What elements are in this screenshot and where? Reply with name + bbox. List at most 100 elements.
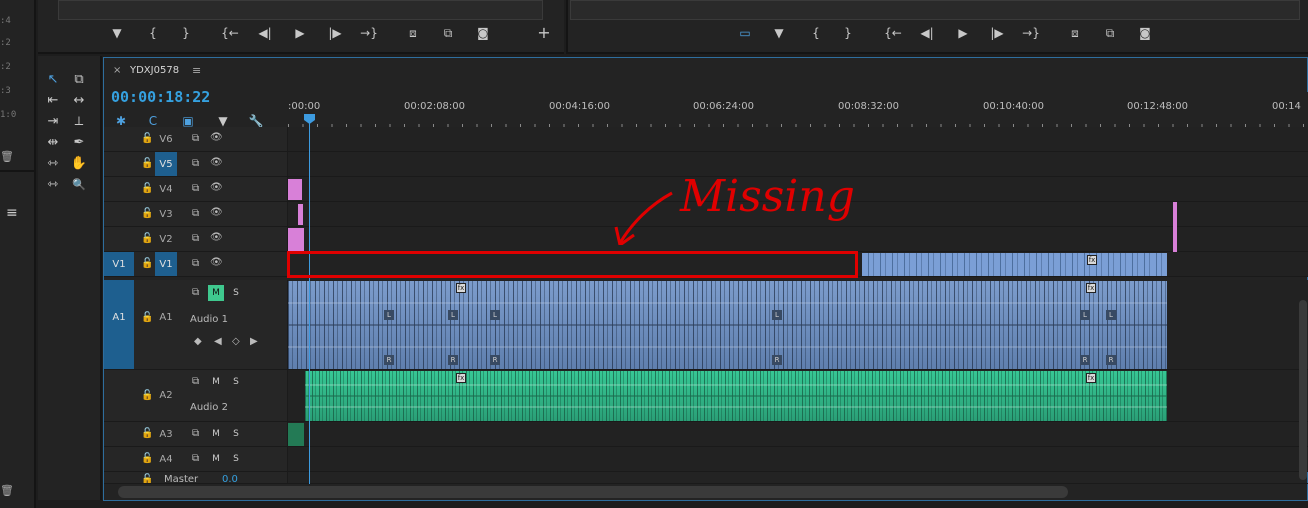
lock-icon[interactable]: 🔓 <box>141 453 153 464</box>
eye-icon[interactable]: 👁 <box>210 182 223 193</box>
track-lane[interactable] <box>288 447 1308 471</box>
mark-in-icon[interactable]: { <box>142 22 164 44</box>
close-tab-icon[interactable]: × <box>113 65 121 76</box>
playhead-line[interactable] <box>309 117 310 484</box>
prev-keyframe-icon[interactable]: ◀ <box>214 336 222 347</box>
camera-icon[interactable]: ◙ <box>472 22 494 44</box>
trash-icon[interactable]: 🗑 <box>0 150 14 163</box>
add-keyframe-icon[interactable]: ◇ <box>232 336 240 347</box>
play-icon[interactable]: ▶ <box>952 22 974 44</box>
track-target[interactable]: V5 <box>155 152 177 176</box>
panel-menu-icon[interactable]: ≡ <box>6 205 18 221</box>
track-select-tool-icon[interactable]: ⧉ <box>68 70 90 90</box>
graphic-clip[interactable] <box>288 228 304 251</box>
slip-tool-icon[interactable]: ⇹ <box>42 133 64 153</box>
tab-menu-icon[interactable]: ≡ <box>192 64 201 77</box>
eye-icon[interactable]: 👁 <box>210 157 223 168</box>
keyframe-icon[interactable]: ◆ <box>194 336 202 347</box>
marker-icon[interactable]: ▼ <box>768 22 790 44</box>
track-lane[interactable]: fx fx L L L L L L R R R R R R <box>288 280 1308 369</box>
track-target[interactable]: A2 <box>155 370 177 421</box>
sync-lock-icon[interactable]: ⧉ <box>192 428 199 439</box>
program-scrub-bar[interactable] <box>570 0 1300 20</box>
slide-tool-icon[interactable]: ⇿ <box>42 154 64 174</box>
go-to-out-icon[interactable]: →} <box>358 22 380 44</box>
lock-icon[interactable]: 🔓 <box>141 158 153 169</box>
add-button-icon[interactable]: + <box>533 22 555 44</box>
sync-lock-icon[interactable]: ⧉ <box>192 287 199 298</box>
eye-icon[interactable]: 👁 <box>210 257 223 268</box>
track-target[interactable]: A4 <box>155 447 177 471</box>
timecode-display[interactable]: 00:00:18:22 <box>111 88 210 106</box>
rate-stretch-tool-icon[interactable]: ⇥ <box>42 112 64 132</box>
go-to-out-icon[interactable]: →} <box>1020 22 1042 44</box>
video-clip[interactable]: fx <box>862 253 1167 276</box>
ripple-edit-tool-icon[interactable]: ⇤ <box>42 91 64 111</box>
lock-icon[interactable]: 🔓 <box>141 312 153 323</box>
solo-button[interactable]: S <box>228 451 244 467</box>
play-icon[interactable]: ▶ <box>289 22 311 44</box>
source-patch[interactable]: A1 <box>104 280 134 369</box>
track-target[interactable]: V3 <box>155 202 177 226</box>
hand-tool-icon[interactable]: ✋ <box>68 154 90 174</box>
solo-button[interactable]: S <box>228 426 244 442</box>
step-forward-icon[interactable]: |▶ <box>324 22 346 44</box>
mark-out-icon[interactable]: } <box>837 22 859 44</box>
lock-icon[interactable]: 🔓 <box>141 390 153 401</box>
solo-button[interactable]: S <box>228 285 244 301</box>
sync-lock-icon[interactable]: ⧉ <box>192 258 199 269</box>
horizontal-scrollbar[interactable] <box>118 486 1068 498</box>
zoom-tool-icon[interactable]: 🔍 <box>68 175 90 195</box>
marker-icon[interactable]: ▼ <box>106 22 128 44</box>
track-lane[interactable]: fx fx <box>288 370 1308 421</box>
mute-button[interactable]: M <box>208 451 224 467</box>
master-volume[interactable]: 0.0 <box>222 474 238 483</box>
insert-icon[interactable]: ⧈ <box>402 22 424 44</box>
audio-clip[interactable]: fx fx L L L L L L R R R R R R <box>288 281 1167 369</box>
camera-icon[interactable]: ◙ <box>1134 22 1156 44</box>
track-lane[interactable] <box>288 127 1308 151</box>
lock-icon[interactable]: 🔓 <box>141 258 153 269</box>
lock-icon[interactable]: 🔓 <box>141 428 153 439</box>
sequence-tab[interactable]: YDXJ0578 <box>130 65 179 76</box>
lock-icon[interactable]: 🔓 <box>141 233 153 244</box>
step-back-icon[interactable]: ◀| <box>916 22 938 44</box>
lift-icon[interactable]: ⧈ <box>1064 22 1086 44</box>
audio-clip[interactable] <box>288 423 304 446</box>
eye-icon[interactable]: 👁 <box>210 132 223 143</box>
sync-lock-icon[interactable]: ⧉ <box>192 183 199 194</box>
lock-icon[interactable]: 🔓 <box>141 474 153 483</box>
step-back-icon[interactable]: ◀| <box>254 22 276 44</box>
comment-icon[interactable]: ▭ <box>734 22 756 44</box>
sync-lock-icon[interactable]: ⧉ <box>192 133 199 144</box>
graphic-clip[interactable] <box>1173 227 1177 252</box>
trash-icon[interactable]: 🗑 <box>0 484 14 497</box>
track-lane[interactable] <box>288 422 1308 446</box>
sync-lock-icon[interactable]: ⧉ <box>192 208 199 219</box>
track-target[interactable]: A1 <box>155 280 177 369</box>
lock-icon[interactable]: 🔓 <box>141 183 153 194</box>
sync-lock-icon[interactable]: ⧉ <box>192 453 199 464</box>
slide-tool-alt-icon[interactable]: ⇿ <box>42 175 64 195</box>
pen-tool-icon[interactable]: ✒ <box>68 133 90 153</box>
lock-icon[interactable]: 🔓 <box>141 133 153 144</box>
mute-button[interactable]: M <box>208 285 224 301</box>
razor-tool-icon[interactable]: ⟂ <box>68 112 90 132</box>
eye-icon[interactable]: 👁 <box>210 207 223 218</box>
time-ruler[interactable]: :00:00 00:02:08:00 00:04:16:00 00:06:24:… <box>288 92 1308 130</box>
audio-clip[interactable]: fx fx <box>305 371 1167 421</box>
mark-in-icon[interactable]: { <box>805 22 827 44</box>
graphic-clip[interactable] <box>1173 202 1177 227</box>
go-to-in-icon[interactable]: {← <box>882 22 904 44</box>
track-target[interactable]: V6 <box>155 127 177 151</box>
graphic-clip[interactable] <box>298 204 303 225</box>
mute-button[interactable]: M <box>208 426 224 442</box>
vertical-scrollbar[interactable] <box>1299 300 1307 480</box>
selection-tool-icon[interactable]: ↖ <box>42 70 64 90</box>
sync-lock-icon[interactable]: ⧉ <box>192 158 199 169</box>
go-to-in-icon[interactable]: {← <box>219 22 241 44</box>
source-patch[interactable]: V1 <box>104 252 134 276</box>
sync-lock-icon[interactable]: ⧉ <box>192 233 199 244</box>
extract-icon[interactable]: ⧉ <box>1099 22 1121 44</box>
mute-button[interactable]: M <box>208 374 224 390</box>
